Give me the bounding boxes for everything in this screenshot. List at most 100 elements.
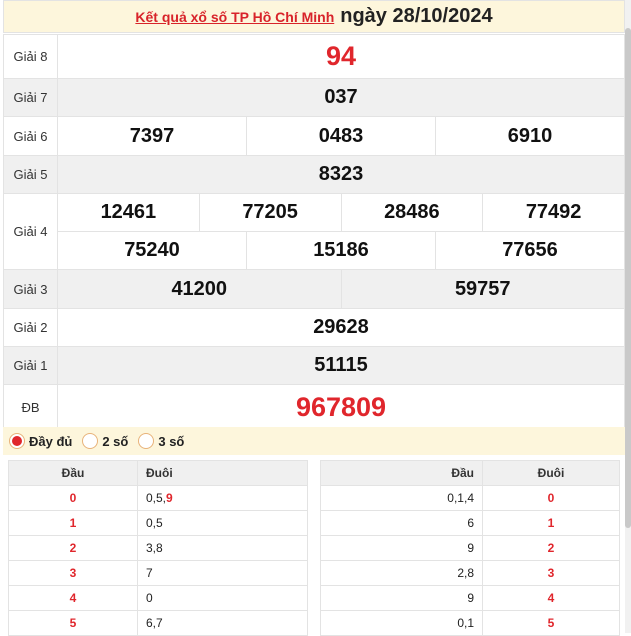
prize-label: Giải 2: [3, 308, 58, 347]
tail-cell: 3: [482, 560, 620, 586]
tail-values: 0: [146, 591, 153, 605]
prize-number: 51115: [314, 354, 368, 376]
tail-cell: 2: [482, 535, 620, 561]
draw-date: ngày 28/10/2024: [340, 5, 493, 27]
table-row: 61: [320, 510, 620, 536]
prize-number: 0483: [246, 117, 435, 155]
prize-number: 59757: [340, 270, 625, 308]
head-cell: 9: [320, 535, 483, 561]
tail-cell: 4: [482, 585, 620, 611]
table-row: 2 3,8: [8, 535, 308, 561]
tail-cell: 0: [482, 485, 620, 511]
tail-cell: 0,5,9: [137, 485, 308, 511]
scrollbar-thumb[interactable]: [625, 28, 631, 528]
prize-label: Giải 6: [3, 116, 58, 156]
prize-label: Giải 1: [3, 346, 58, 385]
option-two-label: 2 số: [102, 433, 129, 449]
prize-number: 77656: [435, 232, 624, 269]
head-cell: 9: [320, 585, 483, 611]
tail-cell: 0: [137, 585, 308, 611]
head-cell: 1: [8, 510, 138, 536]
prize-number: 28486: [340, 194, 483, 231]
table-row: 1 0,5: [8, 510, 308, 536]
column-header-tail: Đuôi: [137, 460, 308, 486]
results-header: Kết quả xổ số TP Hồ Chí Minh ngày 28/10/…: [3, 0, 625, 33]
tail-cell: 5: [482, 610, 620, 636]
prize-number: 75240: [124, 239, 180, 261]
scrollbar[interactable]: [625, 0, 631, 633]
prize-row-g8: Giải 8 94: [3, 34, 625, 79]
prize-number: 41200: [171, 277, 228, 300]
head-tail-table-right: Đầu Đuôi 0,1,4 0 6 1 9 2 2,8 3 9 4 0,1 5: [320, 460, 620, 636]
head-cell: 3: [8, 560, 138, 586]
special-prize-number: 967809: [295, 391, 387, 422]
option-three-digits[interactable]: 3 số: [138, 433, 184, 449]
prize-row-db: ĐB 967809: [3, 384, 625, 430]
table-row: 0,1 5: [320, 610, 620, 636]
prize-number: 77492: [482, 194, 624, 231]
tail-values: 0,5,: [146, 491, 167, 505]
lottery-title-link[interactable]: Kết quả xổ số TP Hồ Chí Minh: [135, 9, 334, 25]
table-row: 94: [320, 585, 620, 611]
prize-row-g5: Giải 5 8323: [3, 155, 625, 194]
prize-row-g1: Giải 1 51115: [3, 346, 625, 385]
tail-cell: 3,8: [137, 535, 308, 561]
tail-cell: 6,7: [137, 610, 308, 636]
table-row: 5 6,7: [8, 610, 308, 636]
prize-number: 29628: [313, 316, 369, 338]
option-two-digits[interactable]: 2 số: [82, 433, 128, 449]
tail-cell: 0,5: [137, 510, 308, 536]
column-header-head: Đầu: [320, 460, 483, 486]
tail-values: 0,5: [146, 516, 163, 530]
head-cell: 5: [8, 610, 138, 636]
tail-values: 3,8: [146, 541, 163, 555]
prize-number: 15186: [246, 232, 435, 269]
table-row: 37: [8, 560, 308, 586]
prize-row-g3: Giải 3 41200 59757: [3, 269, 625, 309]
tail-cell: 7: [137, 560, 308, 586]
prize-number: 12461: [100, 201, 157, 223]
head-cell: 4: [8, 585, 138, 611]
prize-label: Giải 3: [3, 269, 58, 309]
column-header-tail: Đuôi: [482, 460, 620, 486]
radio-full[interactable]: [9, 433, 25, 449]
prize-number: 6910: [435, 117, 624, 155]
prize-label: Giải 7: [3, 78, 58, 117]
prize-label: Giải 8: [3, 34, 58, 79]
option-full[interactable]: Đầy đủ: [9, 433, 72, 449]
prize-number: 94: [325, 41, 357, 71]
tail-values: 7: [146, 566, 153, 580]
table-row: 92: [320, 535, 620, 561]
column-header-head: Đầu: [8, 460, 138, 486]
prize-row-g2: Giải 2 29628: [3, 308, 625, 347]
prize-row-g4: Giải 4 12461 77205 28486 77492 75240 151…: [3, 193, 625, 270]
prize-label: Giải 5: [3, 155, 58, 194]
table-row: 0,1,4 0: [320, 485, 620, 511]
head-cell: 0,1: [320, 610, 483, 636]
prize-table: Giải 8 94 Giải 7 037 Giải 6 7397 0483 69…: [3, 34, 625, 430]
prize-number: 8323: [318, 163, 364, 185]
table-row: 40: [8, 585, 308, 611]
radio-two-digits[interactable]: [82, 433, 99, 449]
radio-three-digits[interactable]: [138, 433, 155, 449]
head-cell: 2,8: [320, 560, 483, 586]
prize-number: 77205: [198, 194, 341, 231]
head-cell: 0: [8, 485, 138, 511]
head-tail-table-left: Đầu Đuôi 0 0,5,9 1 0,5 2 3,8 3 7 4 0 5 6,7: [8, 460, 308, 636]
prize-label: Giải 4: [3, 193, 58, 270]
tail-cell: 1: [482, 510, 620, 536]
prize-label: ĐB: [3, 384, 58, 430]
display-options: Đầy đủ 2 số 3 số: [3, 427, 625, 455]
head-cell: 0,1,4: [320, 485, 483, 511]
prize-row-g7: Giải 7 037: [3, 78, 625, 117]
head-cell: 6: [320, 510, 483, 536]
prize-number: 037: [324, 86, 358, 108]
head-cell: 2: [8, 535, 138, 561]
table-row: 0 0,5,9: [8, 485, 308, 511]
option-full-label: Đầy đủ: [29, 433, 73, 449]
table-row: 2,8 3: [320, 560, 620, 586]
tail-highlight: 9: [166, 491, 173, 505]
option-three-label: 3 số: [158, 433, 185, 449]
tail-values: 6,7: [146, 616, 163, 630]
prize-number: 7397: [129, 124, 175, 147]
